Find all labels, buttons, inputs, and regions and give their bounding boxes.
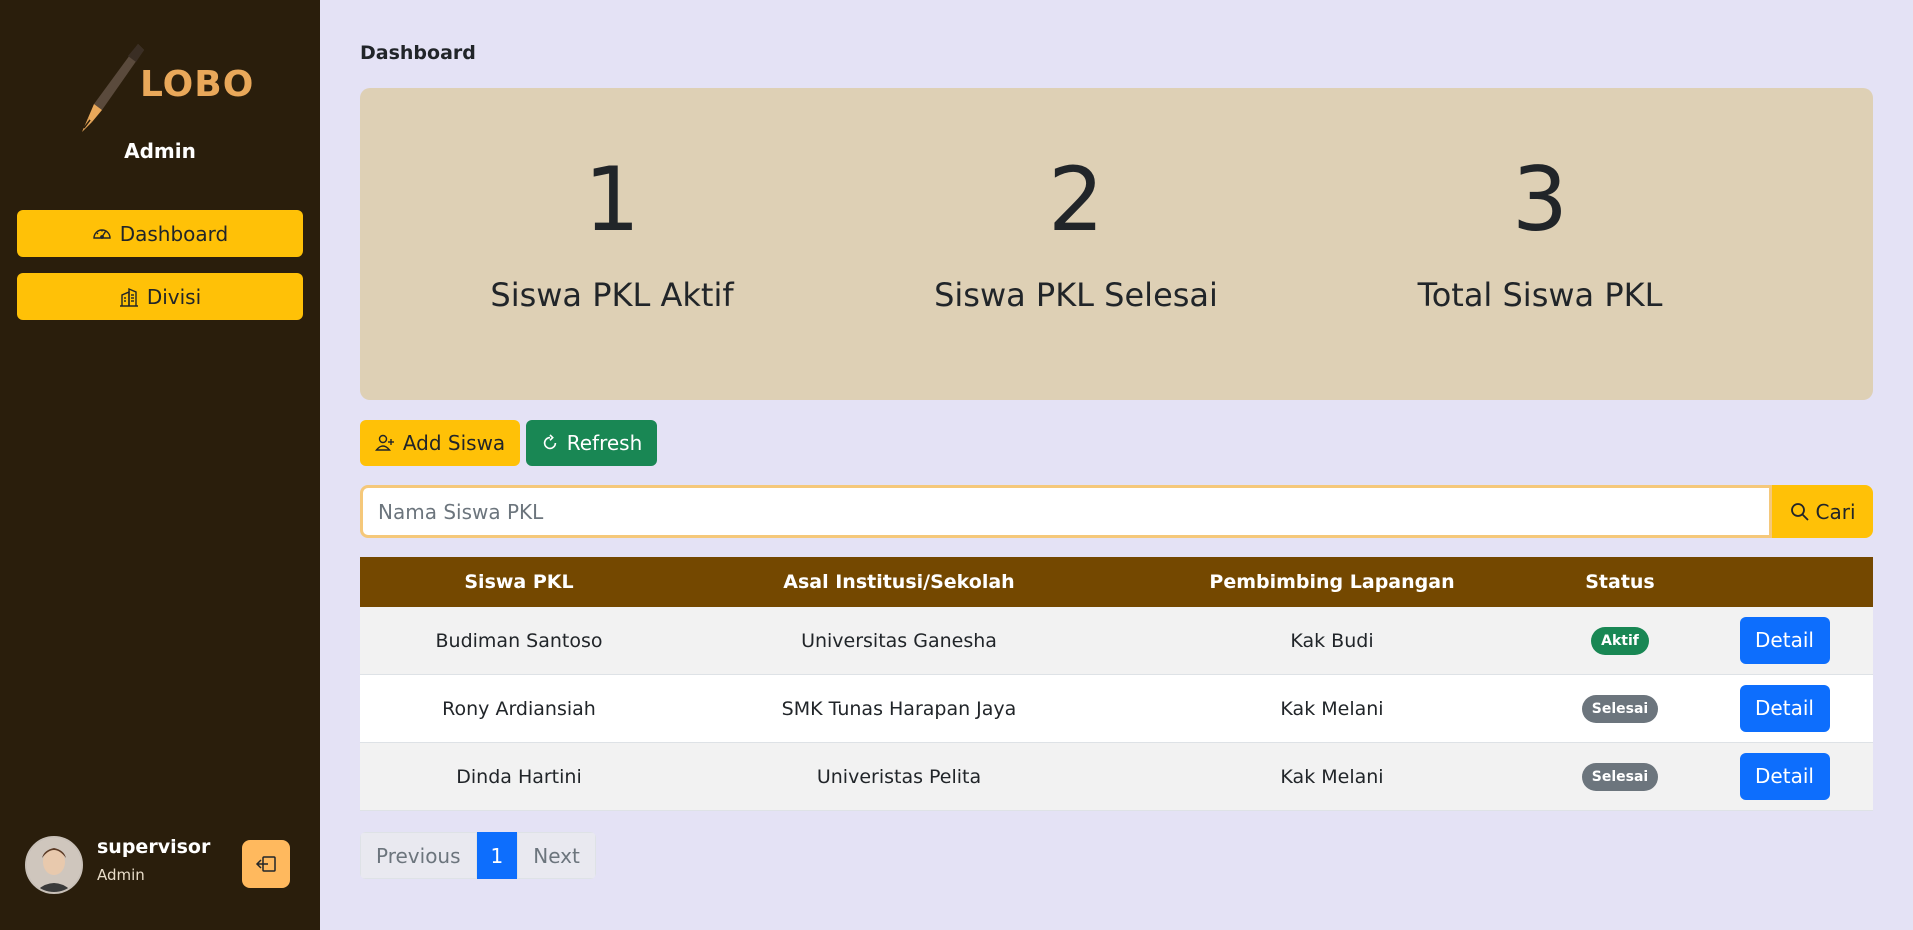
buildings-icon — [119, 287, 138, 307]
refresh-button[interactable]: Refresh — [526, 420, 657, 466]
siswa-table: Siswa PKL Asal Institusi/Sekolah Pembimb… — [360, 557, 1873, 811]
table-row: Budiman Santoso Universitas Ganesha Kak … — [360, 607, 1873, 675]
refresh-label: Refresh — [566, 431, 643, 455]
cell-school: SMK Tunas Harapan Jaya — [781, 697, 1017, 720]
logo-text: LOBO — [140, 64, 255, 105]
cell-mentor: Kak Melani — [1280, 765, 1384, 788]
sidebar-item-label: Dashboard — [119, 221, 229, 246]
table-row: Dinda Hartini Univeristas Pelita Kak Mel… — [360, 743, 1873, 811]
main-content: Dashboard 1 Siswa PKL Aktif 2 Siswa PKL … — [320, 0, 1913, 930]
cell-status: Aktif — [1544, 626, 1696, 655]
sidebar-role: Admin — [124, 139, 196, 163]
page-previous[interactable]: Previous — [360, 832, 477, 879]
cell-mentor: Kak Melani — [1280, 697, 1384, 720]
sidebar-item-label: Divisi — [146, 284, 202, 309]
search-bar: Cari — [360, 485, 1873, 538]
column-header: Pembimbing Lapangan — [1209, 571, 1455, 593]
page-title: Dashboard — [360, 42, 476, 64]
page-next[interactable]: Next — [517, 832, 596, 879]
column-header: Asal Institusi/Sekolah — [783, 571, 1015, 593]
add-siswa-button[interactable]: Add Siswa — [360, 420, 520, 466]
stat-value: 3 — [1512, 148, 1568, 251]
sidebar-item-dashboard[interactable]: Dashboard — [17, 210, 303, 257]
search-button[interactable]: Cari — [1772, 485, 1873, 538]
stat-label: Siswa PKL Aktif — [490, 276, 734, 314]
search-button-label: Cari — [1815, 499, 1856, 524]
cell-action: Detail — [1696, 753, 1873, 800]
user-role: Admin — [97, 866, 145, 884]
speedometer-icon — [93, 228, 111, 239]
cell-status: Selesai — [1544, 762, 1696, 791]
cell-school: Universitas Ganesha — [801, 629, 997, 652]
logout-button[interactable] — [242, 840, 290, 888]
column-header: Siswa PKL — [464, 571, 574, 593]
logout-icon — [255, 856, 276, 872]
avatar-image — [27, 838, 81, 892]
stat-value: 2 — [1048, 148, 1104, 251]
status-badge: Selesai — [1581, 694, 1659, 723]
status-badge: Aktif — [1591, 626, 1649, 655]
stat-value: 1 — [584, 148, 640, 251]
person-plus-icon — [374, 434, 394, 451]
cell-status: Selesai — [1544, 694, 1696, 723]
sidebar-item-divisi[interactable]: Divisi — [17, 273, 303, 320]
sidebar: LOBO Admin Dashboard Divisi supervisor A… — [0, 0, 320, 930]
column-header: Status — [1585, 571, 1655, 593]
table-header: Siswa PKL Asal Institusi/Sekolah Pembimb… — [360, 557, 1873, 607]
search-icon — [1790, 502, 1809, 521]
pagination: Previous 1 Next — [360, 832, 596, 879]
cell-mentor: Kak Budi — [1290, 629, 1374, 652]
refresh-icon — [543, 434, 556, 450]
cell-name: Dinda Hartini — [456, 765, 582, 788]
cell-name: Budiman Santoso — [435, 629, 603, 652]
detail-button[interactable]: Detail — [1739, 685, 1830, 732]
stat-label: Total Siswa PKL — [1417, 276, 1663, 314]
table-row: Rony Ardiansiah SMK Tunas Harapan Jaya K… — [360, 675, 1873, 743]
search-input[interactable] — [360, 485, 1772, 538]
cell-action: Detail — [1696, 617, 1873, 664]
cell-action: Detail — [1696, 685, 1873, 732]
stat-label: Siswa PKL Selesai — [934, 276, 1218, 314]
user-name: supervisor — [97, 836, 211, 858]
cell-school: Univeristas Pelita — [816, 765, 982, 788]
page-number-current[interactable]: 1 — [476, 832, 518, 879]
avatar[interactable] — [25, 836, 83, 894]
user-profile: supervisor Admin — [25, 836, 295, 896]
stats-panel: 1 Siswa PKL Aktif 2 Siswa PKL Selesai 3 … — [360, 88, 1873, 400]
detail-button[interactable]: Detail — [1739, 753, 1830, 800]
detail-button[interactable]: Detail — [1739, 617, 1830, 664]
add-siswa-label: Add Siswa — [402, 431, 506, 455]
status-badge: Selesai — [1581, 762, 1659, 791]
fountain-pen-icon — [82, 44, 144, 132]
cell-name: Rony Ardiansiah — [442, 697, 596, 720]
logo: LOBO — [78, 42, 253, 132]
